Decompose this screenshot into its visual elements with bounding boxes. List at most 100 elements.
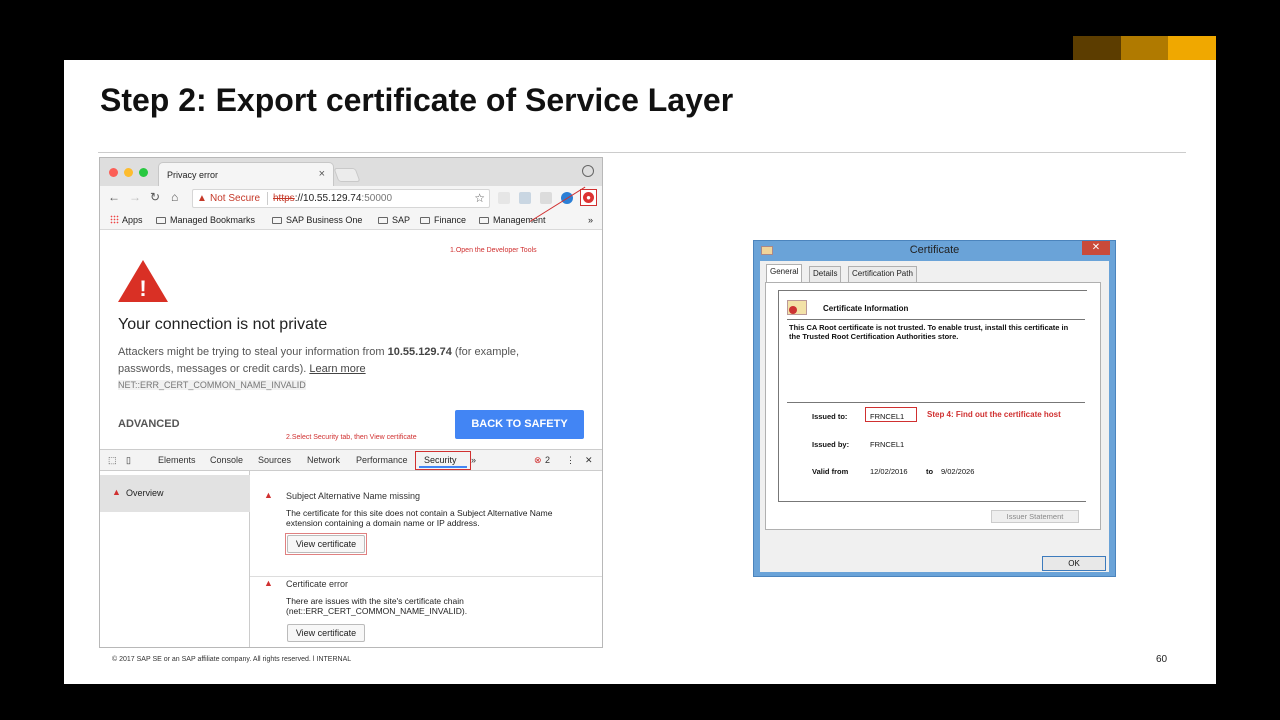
- browser-window: Privacy error × ← → ↻ ⌂ ▲ Not Secure htt…: [99, 157, 603, 648]
- folder-icon: [420, 217, 430, 224]
- inspect-element-icon[interactable]: ⬚: [108, 455, 117, 466]
- warning-icon: ▲: [197, 193, 207, 204]
- close-window-icon[interactable]: [109, 168, 118, 177]
- bookmark-apps[interactable]: Apps: [110, 215, 143, 225]
- title-divider: [98, 152, 1186, 153]
- info-divider: [787, 319, 1085, 320]
- back-to-safety-button[interactable]: BACK TO SAFETY: [455, 410, 584, 439]
- valid-to-label: to: [926, 467, 934, 476]
- issued-to-label: Issued to:: [812, 412, 848, 421]
- slide: Step 2: Export certificate of Service La…: [64, 60, 1216, 684]
- ok-button[interactable]: OK: [1042, 556, 1106, 571]
- step-4-annotation: Step 4: Find out the certificate host: [927, 410, 1061, 419]
- tab-network[interactable]: Network: [307, 455, 340, 465]
- address-bar[interactable]: ▲ Not Secure https://10.55.129.74:50000 …: [192, 189, 490, 208]
- issued-by-label: Issued by:: [812, 440, 850, 449]
- certificate-info-frame: Certificate Information This CA Root cer…: [778, 290, 1087, 502]
- issuer-statement-button: Issuer Statement: [991, 510, 1079, 523]
- learn-more-link[interactable]: Learn more: [309, 363, 365, 375]
- dialog-title: Certificate: [909, 244, 960, 256]
- brand-bar-mid: [1121, 36, 1168, 60]
- apps-grid-icon: [110, 215, 119, 224]
- error-count: 2: [545, 455, 551, 465]
- image-extension-icon[interactable]: [519, 192, 531, 204]
- bookmark-sap-business-one[interactable]: SAP Business One: [272, 215, 362, 225]
- bookmark-star-icon[interactable]: ☆: [474, 191, 485, 205]
- url-text: https://10.55.129.74:50000: [273, 193, 392, 204]
- bookmarks-bar: Apps Managed Bookmarks SAP Business One …: [100, 210, 602, 230]
- trust-warning: This CA Root certificate is not trusted.…: [789, 323, 1069, 341]
- developer-tools-extension-button[interactable]: ●: [580, 189, 597, 206]
- bookmark-managed-bookmarks[interactable]: Managed Bookmarks: [156, 215, 255, 225]
- folder-icon: [479, 217, 489, 224]
- tab-strip: Privacy error ×: [100, 158, 602, 186]
- folder-icon: [378, 217, 388, 224]
- dialog-close-button[interactable]: ✕: [1082, 241, 1110, 255]
- sidebar-item-overview[interactable]: ▲ Overview: [100, 475, 250, 512]
- bookmark-sap[interactable]: SAP: [378, 215, 410, 225]
- url-host: ://10.55.129.74: [294, 193, 362, 204]
- bookmark-finance[interactable]: Finance: [420, 215, 466, 225]
- tab-details[interactable]: Details: [809, 266, 842, 282]
- valid-to-value: 9/02/2026: [941, 467, 975, 476]
- profile-icon[interactable]: [582, 165, 594, 177]
- not-secure-label: Not Secure: [210, 193, 261, 204]
- back-arrow-icon[interactable]: ←: [108, 190, 120, 204]
- bookmarks-overflow-icon[interactable]: »: [588, 215, 593, 225]
- tab-general[interactable]: General: [766, 264, 803, 282]
- dialog-title-bar: Certificate ✕: [754, 241, 1115, 261]
- error-heading: Your connection is not private: [118, 316, 328, 333]
- view-certificate-button[interactable]: View certificate: [287, 624, 365, 642]
- brand-bar-dark: [1073, 36, 1121, 60]
- devtools-menu-icon[interactable]: ⋮: [566, 455, 575, 466]
- minimize-window-icon[interactable]: [124, 168, 133, 177]
- url-separator: [267, 192, 268, 205]
- issue-title: Subject Alternative Name missing: [286, 491, 421, 501]
- advanced-link[interactable]: ADVANCED: [118, 418, 180, 430]
- tab-security[interactable]: Security: [415, 451, 471, 470]
- forward-arrow-icon[interactable]: →: [129, 190, 141, 204]
- home-icon[interactable]: ⌂: [171, 190, 178, 204]
- error-code: NET::ERR_CERT_COMMON_NAME_INVALID: [118, 380, 306, 390]
- extension-icon[interactable]: [498, 192, 510, 204]
- certificate-info-title: Certificate Information: [823, 304, 909, 313]
- device-toolbar-icon[interactable]: ▯: [126, 455, 131, 466]
- tab-privacy-error[interactable]: Privacy error ×: [158, 162, 334, 186]
- brand-bar-light: [1168, 36, 1216, 60]
- tab-close-icon[interactable]: ×: [319, 168, 325, 180]
- valid-from-value: 12/02/2016: [870, 467, 908, 476]
- page-number: 60: [1156, 654, 1168, 665]
- details-divider: [787, 402, 1085, 403]
- error-count-icon[interactable]: ⊗: [534, 455, 542, 466]
- devtools-panel: ⬚ ▯ Elements Console Sources Network Per…: [100, 449, 602, 647]
- reload-icon[interactable]: ↻: [150, 190, 160, 204]
- security-sidebar: ▲ Overview: [100, 471, 250, 647]
- devtools-close-icon[interactable]: ✕: [585, 455, 593, 466]
- view-certificate-button[interactable]: View certificate: [287, 535, 365, 553]
- tab-console[interactable]: Console: [210, 455, 243, 465]
- annotation-2: 2.Select Security tab, then View certifi…: [286, 434, 417, 441]
- maximize-window-icon[interactable]: [139, 168, 148, 177]
- more-tabs-icon[interactable]: »: [471, 455, 476, 465]
- issue-description: The certificate for this site does not c…: [286, 508, 553, 528]
- warning-exclamation: !: [139, 276, 147, 301]
- frame-top-border: [779, 290, 1087, 291]
- dialog-body: General Details Certification Path Certi…: [760, 261, 1109, 572]
- new-tab-button[interactable]: [333, 168, 361, 182]
- tab-performance[interactable]: Performance: [356, 455, 408, 465]
- slide-title: Step 2: Export certificate of Service La…: [100, 82, 734, 118]
- tab-elements[interactable]: Elements: [158, 455, 196, 465]
- url-port: :50000: [361, 193, 393, 204]
- annotation-1: 1.Open the Developer Tools: [450, 247, 537, 254]
- developer-tools-icon: ●: [583, 192, 594, 203]
- url-scheme: https: [273, 193, 295, 204]
- issue-title: Certificate error: [286, 579, 349, 589]
- folder-icon: [272, 217, 282, 224]
- issued-by-value: FRNCEL1: [870, 440, 905, 449]
- clipboard-extension-icon[interactable]: [540, 192, 552, 204]
- tab-sources[interactable]: Sources: [258, 455, 291, 465]
- browser-toolbar: ← → ↻ ⌂ ▲ Not Secure https://10.55.129.7…: [100, 186, 602, 210]
- certificate-dialog: Certificate ✕ General Details Certificat…: [753, 240, 1116, 577]
- tab-certification-path[interactable]: Certification Path: [848, 266, 917, 282]
- tab-title: Privacy error: [167, 170, 219, 180]
